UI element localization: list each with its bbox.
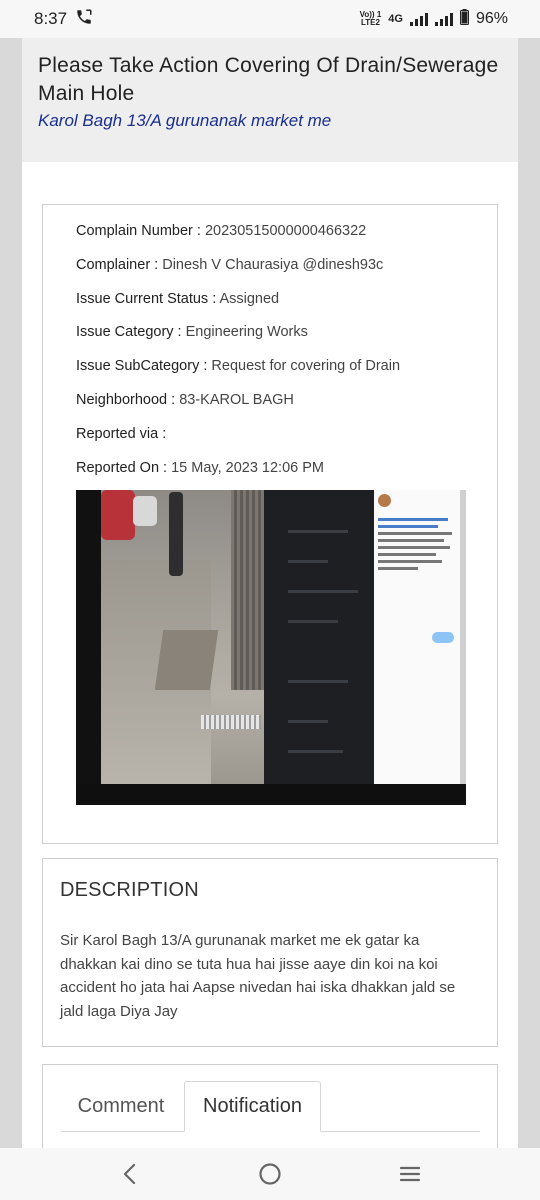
status-time: 8:37	[34, 9, 68, 28]
complaint-page: Please Take Action Covering Of Drain/Sew…	[22, 38, 518, 1164]
image-bottom-bar	[76, 784, 466, 805]
car-shape	[101, 490, 135, 540]
description-text: Sir Karol Bagh 13/A gurunanak market me …	[60, 932, 456, 1020]
status-value: Assigned	[219, 290, 280, 307]
battery-percent: 96%	[475, 10, 508, 27]
info-row-reported-via: Reported via :	[76, 426, 400, 460]
tab-notification[interactable]: Notification	[184, 1081, 321, 1132]
page-subtitle: Karol Bagh 13/A gurunanak market me	[38, 111, 332, 130]
volte-indicator: Vo)) 1 LTE2	[360, 11, 382, 27]
back-icon[interactable]	[110, 1154, 150, 1194]
info-row-complain-number: Complain Number : 20230515000000466322	[76, 223, 400, 257]
tweet-text-lines	[378, 518, 456, 574]
tweet-avatar	[378, 494, 391, 507]
call-icon	[75, 8, 93, 31]
status-bar: 8:37 Vo)) 1 LTE2 4G 96%	[0, 0, 540, 38]
info-label: Issue Category :	[76, 324, 182, 341]
dark-feed-panel	[264, 490, 374, 802]
info-row-reported-on: Reported On : 15 May, 2023 12:06 PM	[76, 460, 400, 494]
recents-icon[interactable]	[390, 1154, 430, 1194]
info-row-subcategory: Issue SubCategory : Request for covering…	[76, 358, 400, 392]
neighborhood-value: 83-KAROL BAGH	[179, 391, 294, 408]
info-label: Neighborhood :	[76, 391, 176, 408]
reported-on-value: 15 May, 2023 12:06 PM	[171, 459, 324, 476]
grate-shape	[201, 715, 261, 729]
complainer-value: Dinesh V Chaurasiya @dinesh93c	[162, 256, 384, 273]
volte-bottom-label: LTE2	[360, 18, 380, 27]
tab-comment[interactable]: Comment	[61, 1081, 181, 1132]
category-value: Engineering Works	[185, 324, 308, 341]
description-card: DESCRIPTION Sir Karol Bagh 13/A gurunana…	[42, 858, 498, 1047]
shutter-shape	[231, 490, 264, 690]
tweet-panel	[374, 490, 460, 800]
page-title: Please Take Action Covering Of Drain/Sew…	[38, 54, 499, 105]
network-type: 4G	[388, 13, 403, 25]
complaint-details-card: Complain Number : 20230515000000466322 C…	[42, 204, 498, 844]
info-row-complainer: Complainer : Dinesh V Chaurasiya @dinesh…	[76, 257, 400, 291]
tweet-scrollbar	[460, 490, 466, 800]
info-row-status: Issue Current Status : Assigned	[76, 291, 400, 325]
home-icon[interactable]	[250, 1154, 290, 1194]
subcategory-value: Request for covering of Drain	[211, 358, 401, 375]
person-shape	[169, 492, 183, 576]
info-label: Complainer :	[76, 256, 159, 273]
complaint-attachment-image[interactable]	[76, 490, 466, 805]
complain-number-value: 20230515000000466322	[204, 223, 367, 239]
broken-slab-shape	[154, 630, 219, 690]
battery-icon	[459, 9, 469, 29]
signal-icon	[409, 12, 428, 26]
info-label: Reported via :	[76, 425, 167, 442]
page-header: Please Take Action Covering Of Drain/Sew…	[22, 38, 518, 162]
signal-icon-2	[434, 12, 453, 26]
info-label: Complain Number :	[76, 223, 201, 239]
info-row-category: Issue Category : Engineering Works	[76, 324, 400, 358]
description-title: DESCRIPTION	[60, 879, 199, 901]
complaint-info-list: Complain Number : 20230515000000466322 C…	[76, 223, 400, 493]
tweet-reply-button-shape	[432, 632, 454, 643]
info-label: Issue SubCategory :	[76, 358, 208, 375]
info-label: Issue Current Status :	[76, 290, 217, 307]
info-row-neighborhood: Neighborhood : 83-KAROL BAGH	[76, 392, 400, 426]
system-nav-bar	[0, 1148, 540, 1200]
info-label: Reported On :	[76, 459, 168, 476]
street-photo	[101, 490, 264, 784]
car-shape-2	[133, 496, 157, 526]
